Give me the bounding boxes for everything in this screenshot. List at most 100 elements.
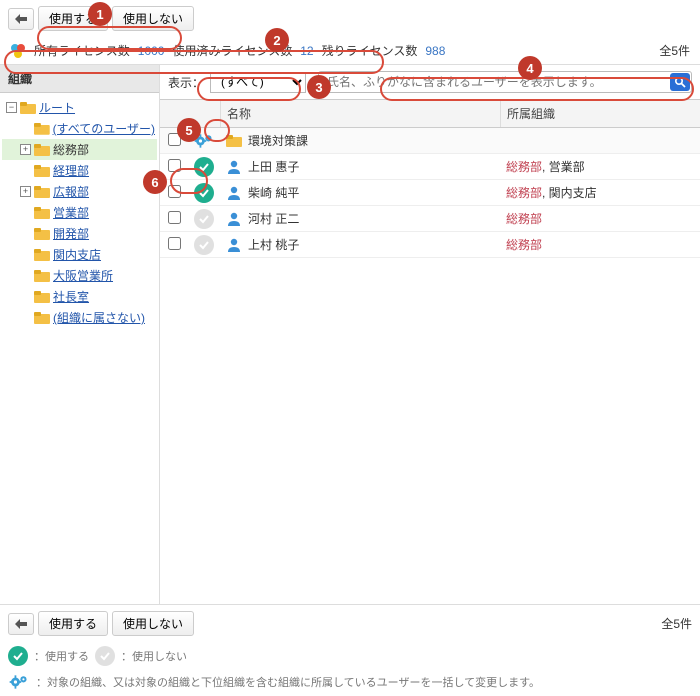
user-org: 総務部, 関内支店 bbox=[500, 181, 700, 204]
not-use-button-bottom[interactable]: 使用しない bbox=[112, 611, 194, 636]
filter-select[interactable]: (すべて) bbox=[210, 72, 306, 93]
tree-keiri[interactable]: 経理部 bbox=[2, 160, 157, 181]
tree-eigyou-label: 営業部 bbox=[53, 204, 89, 221]
footer-toolbar: 使用する 使用しない 全5件 bbox=[0, 604, 700, 642]
sidebar: 組織 − ルート (すべてのユーザー) + 総務部 経理部 bbox=[0, 65, 160, 604]
content-area: 組織 − ルート (すべてのユーザー) + 総務部 経理部 bbox=[0, 64, 700, 604]
tree-kannai-label: 関内支店 bbox=[53, 246, 101, 263]
header-org[interactable]: 所属組織 bbox=[500, 100, 700, 127]
user-org: 総務部 bbox=[500, 207, 700, 230]
table-row[interactable]: 上村 桃子 総務部 bbox=[160, 232, 700, 258]
row-checkbox[interactable] bbox=[168, 159, 181, 172]
folder-icon bbox=[34, 122, 50, 136]
folder-icon bbox=[34, 269, 50, 283]
tree-eigyou[interactable]: 営業部 bbox=[2, 202, 157, 223]
callout-2: 2 bbox=[265, 28, 289, 52]
tree-kaihatsu-label: 開発部 bbox=[53, 225, 89, 242]
group-row[interactable]: 環境対策課 bbox=[160, 128, 700, 154]
used-license-value: 12 bbox=[300, 44, 313, 58]
table-row[interactable]: 河村 正二 総務部 bbox=[160, 206, 700, 232]
user-icon bbox=[226, 185, 242, 201]
count-bottom: 全5件 bbox=[661, 615, 692, 632]
expand-icon[interactable]: + bbox=[20, 144, 31, 155]
folder-icon bbox=[34, 311, 50, 325]
table-row[interactable]: 柴崎 純平 総務部, 関内支店 bbox=[160, 180, 700, 206]
main-panel: 表示： (すべて) 名称 所属組織 bbox=[160, 65, 700, 604]
check-on-icon bbox=[8, 646, 28, 666]
search-input[interactable] bbox=[318, 71, 692, 93]
license-bar: 所有ライセンス数 1000 使用済みライセンス数 12 残りライセンス数 988… bbox=[0, 37, 700, 64]
count-top: 全5件 bbox=[659, 42, 690, 59]
folder-icon bbox=[34, 227, 50, 241]
total-license-label: 所有ライセンス数 bbox=[34, 42, 130, 59]
user-name: 上村 桃子 bbox=[248, 236, 299, 253]
table-row[interactable]: 上田 惠子 総務部, 営業部 bbox=[160, 154, 700, 180]
user-icon bbox=[226, 237, 242, 253]
tree-shachou[interactable]: 社長室 bbox=[2, 286, 157, 307]
user-name: 上田 惠子 bbox=[248, 158, 299, 175]
user-name: 柴崎 純平 bbox=[248, 184, 299, 201]
search-button[interactable] bbox=[670, 73, 690, 91]
user-name: 河村 正二 bbox=[248, 210, 299, 227]
callout-5: 5 bbox=[177, 118, 201, 142]
folder-icon bbox=[226, 134, 242, 148]
tree-osaka-label: 大阪営業所 bbox=[53, 267, 113, 284]
sidebar-header: 組織 bbox=[0, 65, 159, 93]
back-button-bottom[interactable] bbox=[8, 613, 34, 635]
user-org: 総務部 bbox=[500, 233, 700, 256]
folder-icon bbox=[34, 206, 50, 220]
grid-body: 環境対策課 上田 惠子 総務部, 営業部 bbox=[160, 128, 700, 604]
tree-osaka[interactable]: 大阪営業所 bbox=[2, 265, 157, 286]
gears-icon-legend bbox=[8, 672, 30, 692]
used-off-icon[interactable] bbox=[194, 235, 214, 255]
tree-shachou-label: 社長室 bbox=[53, 288, 89, 305]
collapse-icon[interactable]: − bbox=[6, 102, 17, 113]
user-org: 総務部, 営業部 bbox=[500, 155, 700, 178]
folder-icon bbox=[34, 164, 50, 178]
back-arrow-icon bbox=[15, 619, 27, 629]
tree-kouhou-label: 広報部 bbox=[53, 183, 89, 200]
tree-soumu[interactable]: + 総務部 bbox=[2, 139, 157, 160]
row-checkbox[interactable] bbox=[168, 211, 181, 224]
remaining-license-label: 残りライセンス数 bbox=[322, 42, 418, 59]
used-off-icon[interactable] bbox=[194, 209, 214, 229]
callout-6: 6 bbox=[143, 170, 167, 194]
folder-icon bbox=[34, 143, 50, 157]
folder-icon bbox=[34, 248, 50, 262]
legend-on: ：使用する bbox=[34, 648, 89, 664]
header-name[interactable]: 名称 bbox=[220, 100, 500, 127]
tree-kaihatsu[interactable]: 開発部 bbox=[2, 223, 157, 244]
legend-off: ：使用しない bbox=[121, 648, 187, 664]
show-label: 表示： bbox=[168, 74, 204, 91]
tree-soumu-label: 総務部 bbox=[53, 141, 89, 158]
folder-icon bbox=[34, 290, 50, 304]
back-arrow-icon bbox=[15, 14, 27, 24]
user-icon bbox=[226, 159, 242, 175]
callout-1: 1 bbox=[88, 2, 112, 26]
row-checkbox[interactable] bbox=[168, 185, 181, 198]
tree-all-users-label: (すべてのユーザー) bbox=[53, 120, 155, 137]
group-label: 環境対策課 bbox=[248, 132, 308, 149]
not-use-button-top[interactable]: 使用しない bbox=[112, 6, 194, 31]
folder-icon bbox=[34, 185, 50, 199]
check-off-icon bbox=[95, 646, 115, 666]
tree-root[interactable]: − ルート bbox=[2, 97, 157, 118]
filter-row: 表示： (すべて) bbox=[160, 65, 700, 99]
row-checkbox[interactable] bbox=[168, 237, 181, 250]
grid-header: 名称 所属組織 bbox=[160, 99, 700, 128]
tree-no-org[interactable]: (組織に属さない) bbox=[2, 307, 157, 328]
folder-icon bbox=[20, 101, 36, 115]
tree-kouhou[interactable]: + 広報部 bbox=[2, 181, 157, 202]
tree-all-users[interactable]: (すべてのユーザー) bbox=[2, 118, 157, 139]
back-button[interactable] bbox=[8, 8, 34, 30]
tree-root-label: ルート bbox=[39, 99, 75, 116]
expand-icon[interactable]: + bbox=[20, 186, 31, 197]
tree-kannai[interactable]: 関内支店 bbox=[2, 244, 157, 265]
used-on-icon[interactable] bbox=[194, 183, 214, 203]
used-on-icon[interactable] bbox=[194, 157, 214, 177]
user-icon bbox=[226, 211, 242, 227]
app-icon bbox=[10, 43, 26, 59]
use-button-bottom[interactable]: 使用する bbox=[38, 611, 108, 636]
callout-3: 3 bbox=[307, 75, 331, 99]
remaining-license-value: 988 bbox=[425, 44, 445, 58]
